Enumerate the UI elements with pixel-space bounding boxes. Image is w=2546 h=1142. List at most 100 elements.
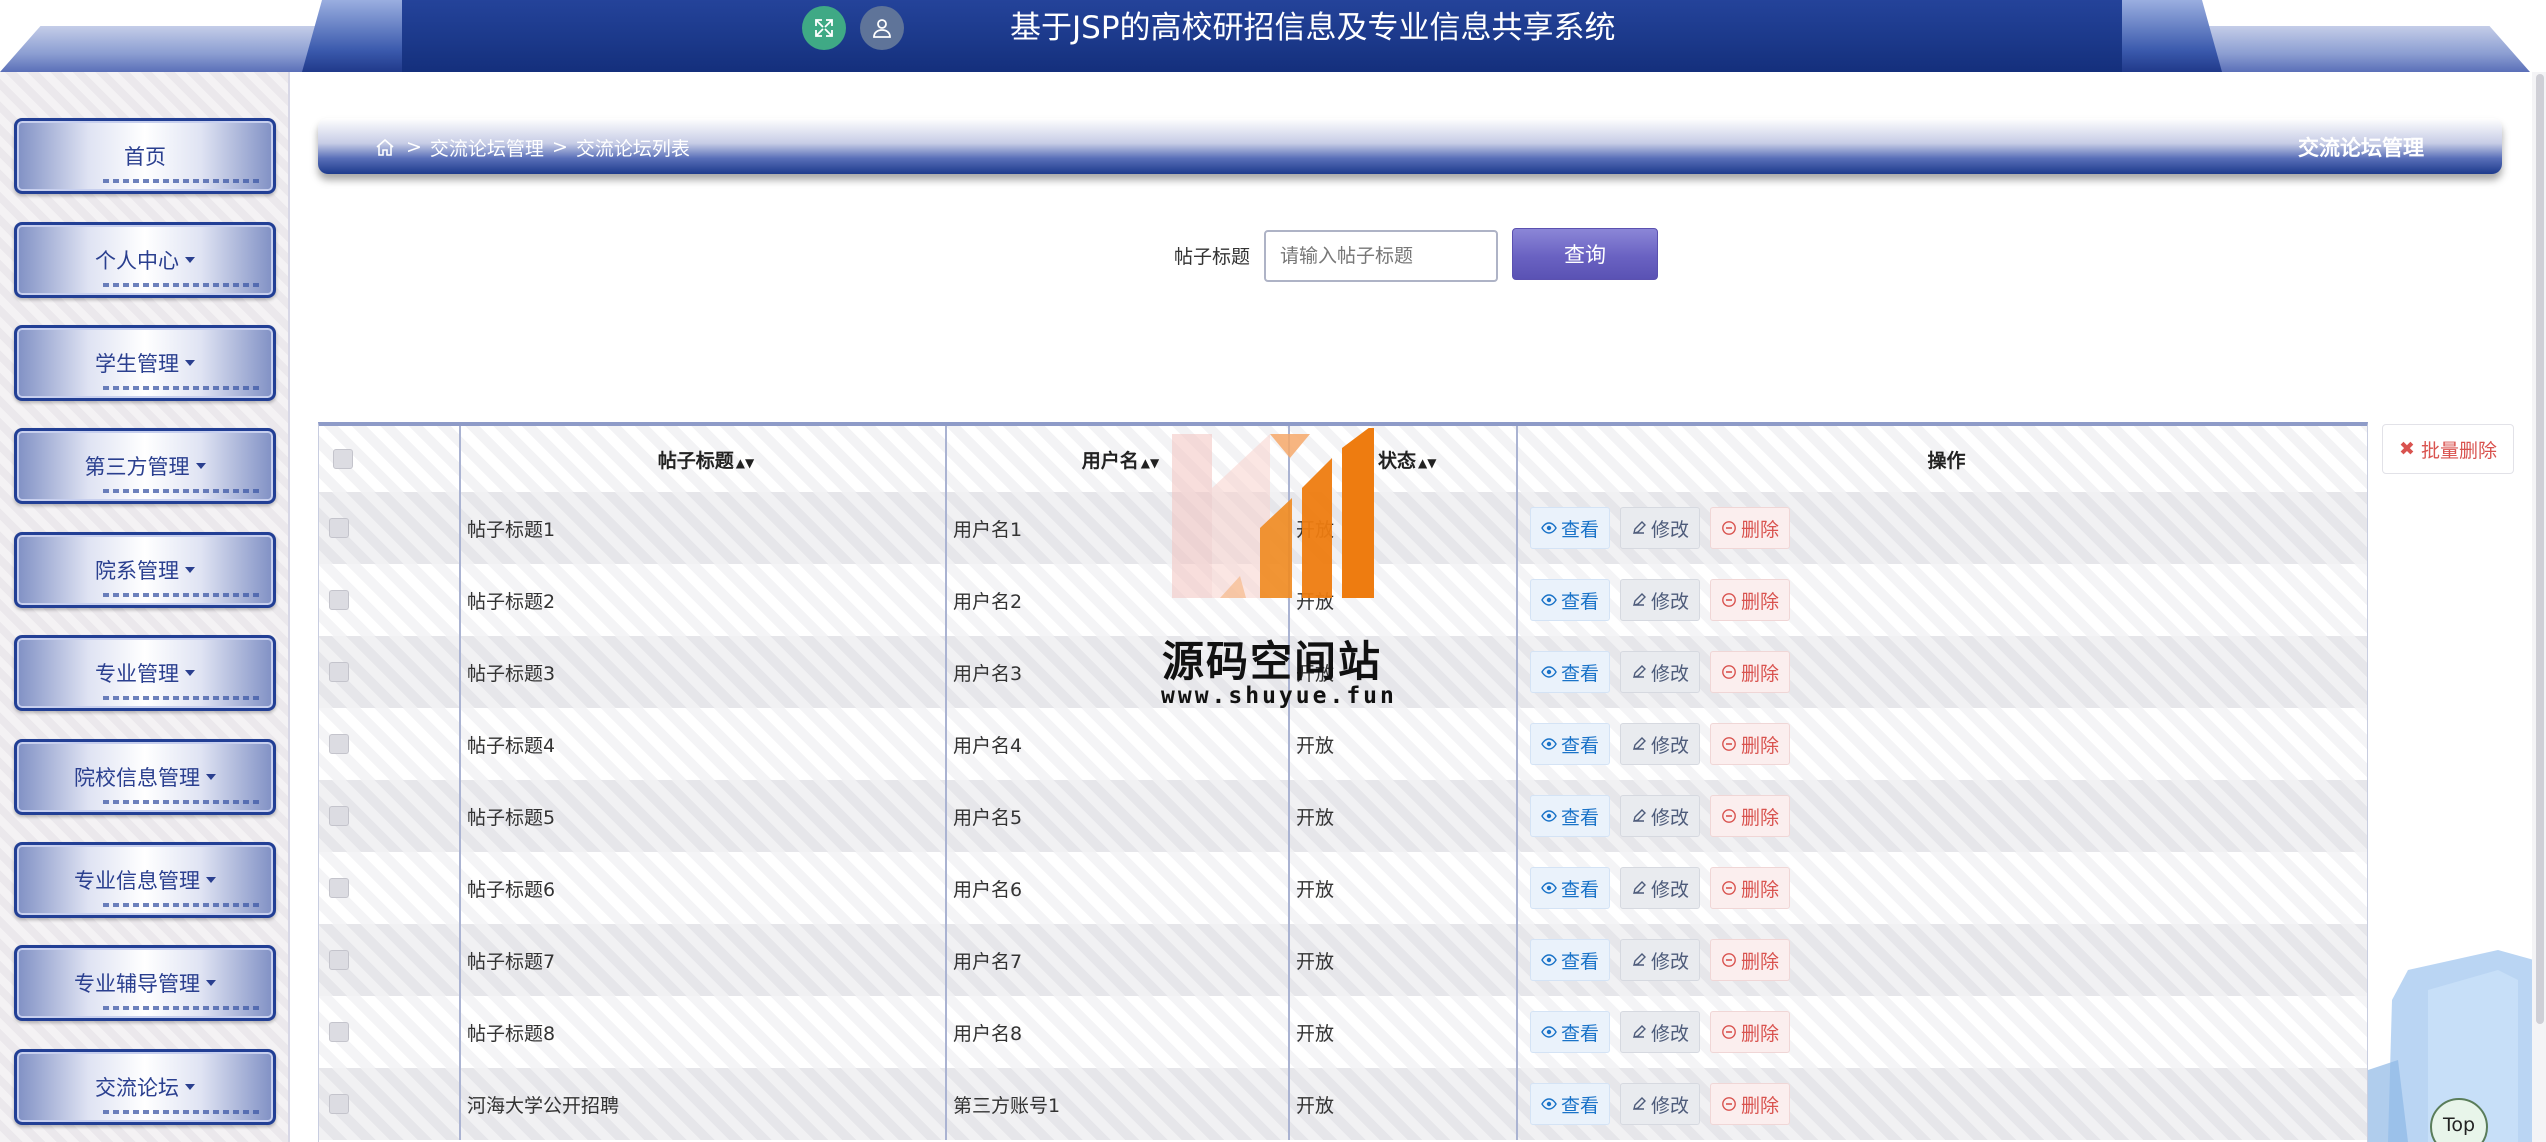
sidebar-item-major-info-management[interactable]: 专业信息管理 xyxy=(14,842,276,918)
query-button[interactable]: 查询 xyxy=(1512,228,1658,280)
scrollbar-thumb[interactable] xyxy=(2536,74,2544,1024)
pencil-icon xyxy=(1633,1025,1647,1038)
view-button[interactable]: 查看 xyxy=(1530,939,1611,981)
row-checkbox[interactable] xyxy=(329,806,349,826)
edit-button[interactable]: 修改 xyxy=(1620,507,1701,549)
row-checkbox[interactable] xyxy=(329,734,349,754)
sidebar-item-major-management[interactable]: 专业管理 xyxy=(14,635,276,711)
delete-button[interactable]: 删除 xyxy=(1710,507,1791,549)
cell-actions: 查看 修改 删除 xyxy=(1517,564,2367,636)
view-button[interactable]: 查看 xyxy=(1530,1083,1611,1125)
view-button[interactable]: 查看 xyxy=(1530,867,1611,909)
user-menu-button[interactable] xyxy=(860,6,904,50)
row-actions: 查看 修改 删除 xyxy=(1524,723,2367,765)
sidebar-item-major-tutoring-management[interactable]: 专业辅导管理 xyxy=(14,945,276,1021)
sidebar-item-college-info-management[interactable]: 院校信息管理 xyxy=(14,739,276,815)
eye-icon xyxy=(1541,522,1557,534)
fullscreen-button[interactable] xyxy=(802,6,846,50)
page-section-title: 交流论坛管理 xyxy=(2298,136,2424,160)
sort-icon: ▲▼ xyxy=(735,455,755,470)
edit-button[interactable]: 修改 xyxy=(1620,651,1701,693)
minus-circle-icon xyxy=(1722,1097,1736,1111)
batch-delete-label: 批量删除 xyxy=(2420,439,2497,462)
breadcrumb-level1[interactable]: 交流论坛管理 xyxy=(430,134,544,161)
cell-actions: 查看 修改 删除 xyxy=(1517,924,2367,996)
caret-down-icon xyxy=(195,463,206,469)
row-checkbox[interactable] xyxy=(329,518,349,538)
breadcrumb-bar: > 交流论坛管理 > 交流论坛列表 交流论坛管理 xyxy=(318,118,2502,174)
eye-icon xyxy=(1541,666,1557,678)
row-select-cell xyxy=(319,492,461,564)
delete-button[interactable]: 删除 xyxy=(1710,723,1791,765)
edit-button[interactable]: 修改 xyxy=(1620,939,1701,981)
row-select-cell xyxy=(319,636,461,708)
view-button[interactable]: 查看 xyxy=(1530,795,1611,837)
delete-button[interactable]: 删除 xyxy=(1710,795,1791,837)
sidebar-item-forum[interactable]: 交流论坛 xyxy=(14,1049,276,1125)
view-button[interactable]: 查看 xyxy=(1530,1011,1611,1053)
eye-icon xyxy=(1541,1026,1557,1038)
sidebar-item-label: 学生管理 xyxy=(95,352,179,376)
home-icon[interactable] xyxy=(374,136,396,158)
table-row: 帖子标题4 用户名4 开放 查看 修改 删除 xyxy=(319,708,2367,780)
row-checkbox[interactable] xyxy=(329,950,349,970)
batch-delete-button[interactable]: ✖ 批量删除 xyxy=(2382,424,2514,474)
row-checkbox[interactable] xyxy=(329,590,349,610)
cell-post-title: 帖子标题8 xyxy=(460,996,947,1068)
row-checkbox[interactable] xyxy=(329,1022,349,1042)
edit-button[interactable]: 修改 xyxy=(1620,579,1701,621)
cell-username: 用户名4 xyxy=(946,708,1290,780)
row-checkbox[interactable] xyxy=(329,878,349,898)
sidebar-item-third-party-management[interactable]: 第三方管理 xyxy=(14,428,276,504)
view-button[interactable]: 查看 xyxy=(1530,723,1611,765)
row-actions: 查看 修改 删除 xyxy=(1524,507,2367,549)
row-select-cell xyxy=(319,924,461,996)
edit-button[interactable]: 修改 xyxy=(1620,795,1701,837)
select-all-checkbox[interactable] xyxy=(333,449,353,469)
cell-post-title: 帖子标题5 xyxy=(460,780,947,852)
cell-username: 用户名6 xyxy=(946,852,1290,924)
sidebar-item-label: 院系管理 xyxy=(95,559,179,583)
view-button[interactable]: 查看 xyxy=(1530,651,1611,693)
delete-button[interactable]: 删除 xyxy=(1710,579,1791,621)
column-header-username[interactable]: 用户名 ▲▼ xyxy=(946,426,1290,492)
edit-button[interactable]: 修改 xyxy=(1620,1083,1701,1125)
cell-status: 开放 xyxy=(1289,852,1518,924)
sidebar-item-department-management[interactable]: 院系管理 xyxy=(14,532,276,608)
cell-post-title: 帖子标题3 xyxy=(460,636,947,708)
sidebar-item-student-management[interactable]: 学生管理 xyxy=(14,325,276,401)
delete-button[interactable]: 删除 xyxy=(1710,1011,1791,1053)
post-title-search-input[interactable] xyxy=(1264,230,1498,282)
column-header-actions: 操作 xyxy=(1927,449,1966,472)
edit-button[interactable]: 修改 xyxy=(1620,867,1701,909)
view-button[interactable]: 查看 xyxy=(1530,579,1611,621)
delete-button[interactable]: 删除 xyxy=(1710,867,1791,909)
row-actions: 查看 修改 删除 xyxy=(1524,1083,2367,1125)
column-header-status[interactable]: 状态 ▲▼ xyxy=(1289,426,1518,492)
sidebar-item-personal-center[interactable]: 个人中心 xyxy=(14,222,276,298)
sidebar-item-label: 第三方管理 xyxy=(84,455,190,479)
delete-button[interactable]: 删除 xyxy=(1710,651,1791,693)
edit-button[interactable]: 修改 xyxy=(1620,1011,1701,1053)
sort-icon: ▲▼ xyxy=(1140,455,1160,470)
row-actions: 查看 修改 删除 xyxy=(1524,1011,2367,1053)
sidebar-item-label: 专业辅导管理 xyxy=(74,972,200,996)
cell-status: 开放 xyxy=(1289,780,1518,852)
delete-button[interactable]: 删除 xyxy=(1710,1083,1791,1125)
watermark-url: www.shuyue.fun xyxy=(1161,683,1397,709)
column-header-title[interactable]: 帖子标题 ▲▼ xyxy=(460,426,947,492)
table-row: 帖子标题2 用户名2 开放 查看 修改 删除 xyxy=(319,564,2367,636)
row-checkbox[interactable] xyxy=(329,1094,349,1114)
caret-down-icon xyxy=(185,360,195,366)
sidebar-item-home[interactable]: 首页 xyxy=(14,118,276,194)
row-checkbox[interactable] xyxy=(329,662,349,682)
view-button[interactable]: 查看 xyxy=(1530,507,1611,549)
delete-button[interactable]: 删除 xyxy=(1710,939,1791,981)
eye-icon xyxy=(1541,594,1557,606)
row-actions: 查看 修改 删除 xyxy=(1524,579,2367,621)
caret-down-icon xyxy=(185,1084,195,1090)
edit-button[interactable]: 修改 xyxy=(1620,723,1701,765)
pencil-icon xyxy=(1633,665,1647,678)
cell-username: 用户名5 xyxy=(946,780,1290,852)
top-header: 基于JSP的高校研招信息及专业信息共享系统 xyxy=(0,0,2546,72)
